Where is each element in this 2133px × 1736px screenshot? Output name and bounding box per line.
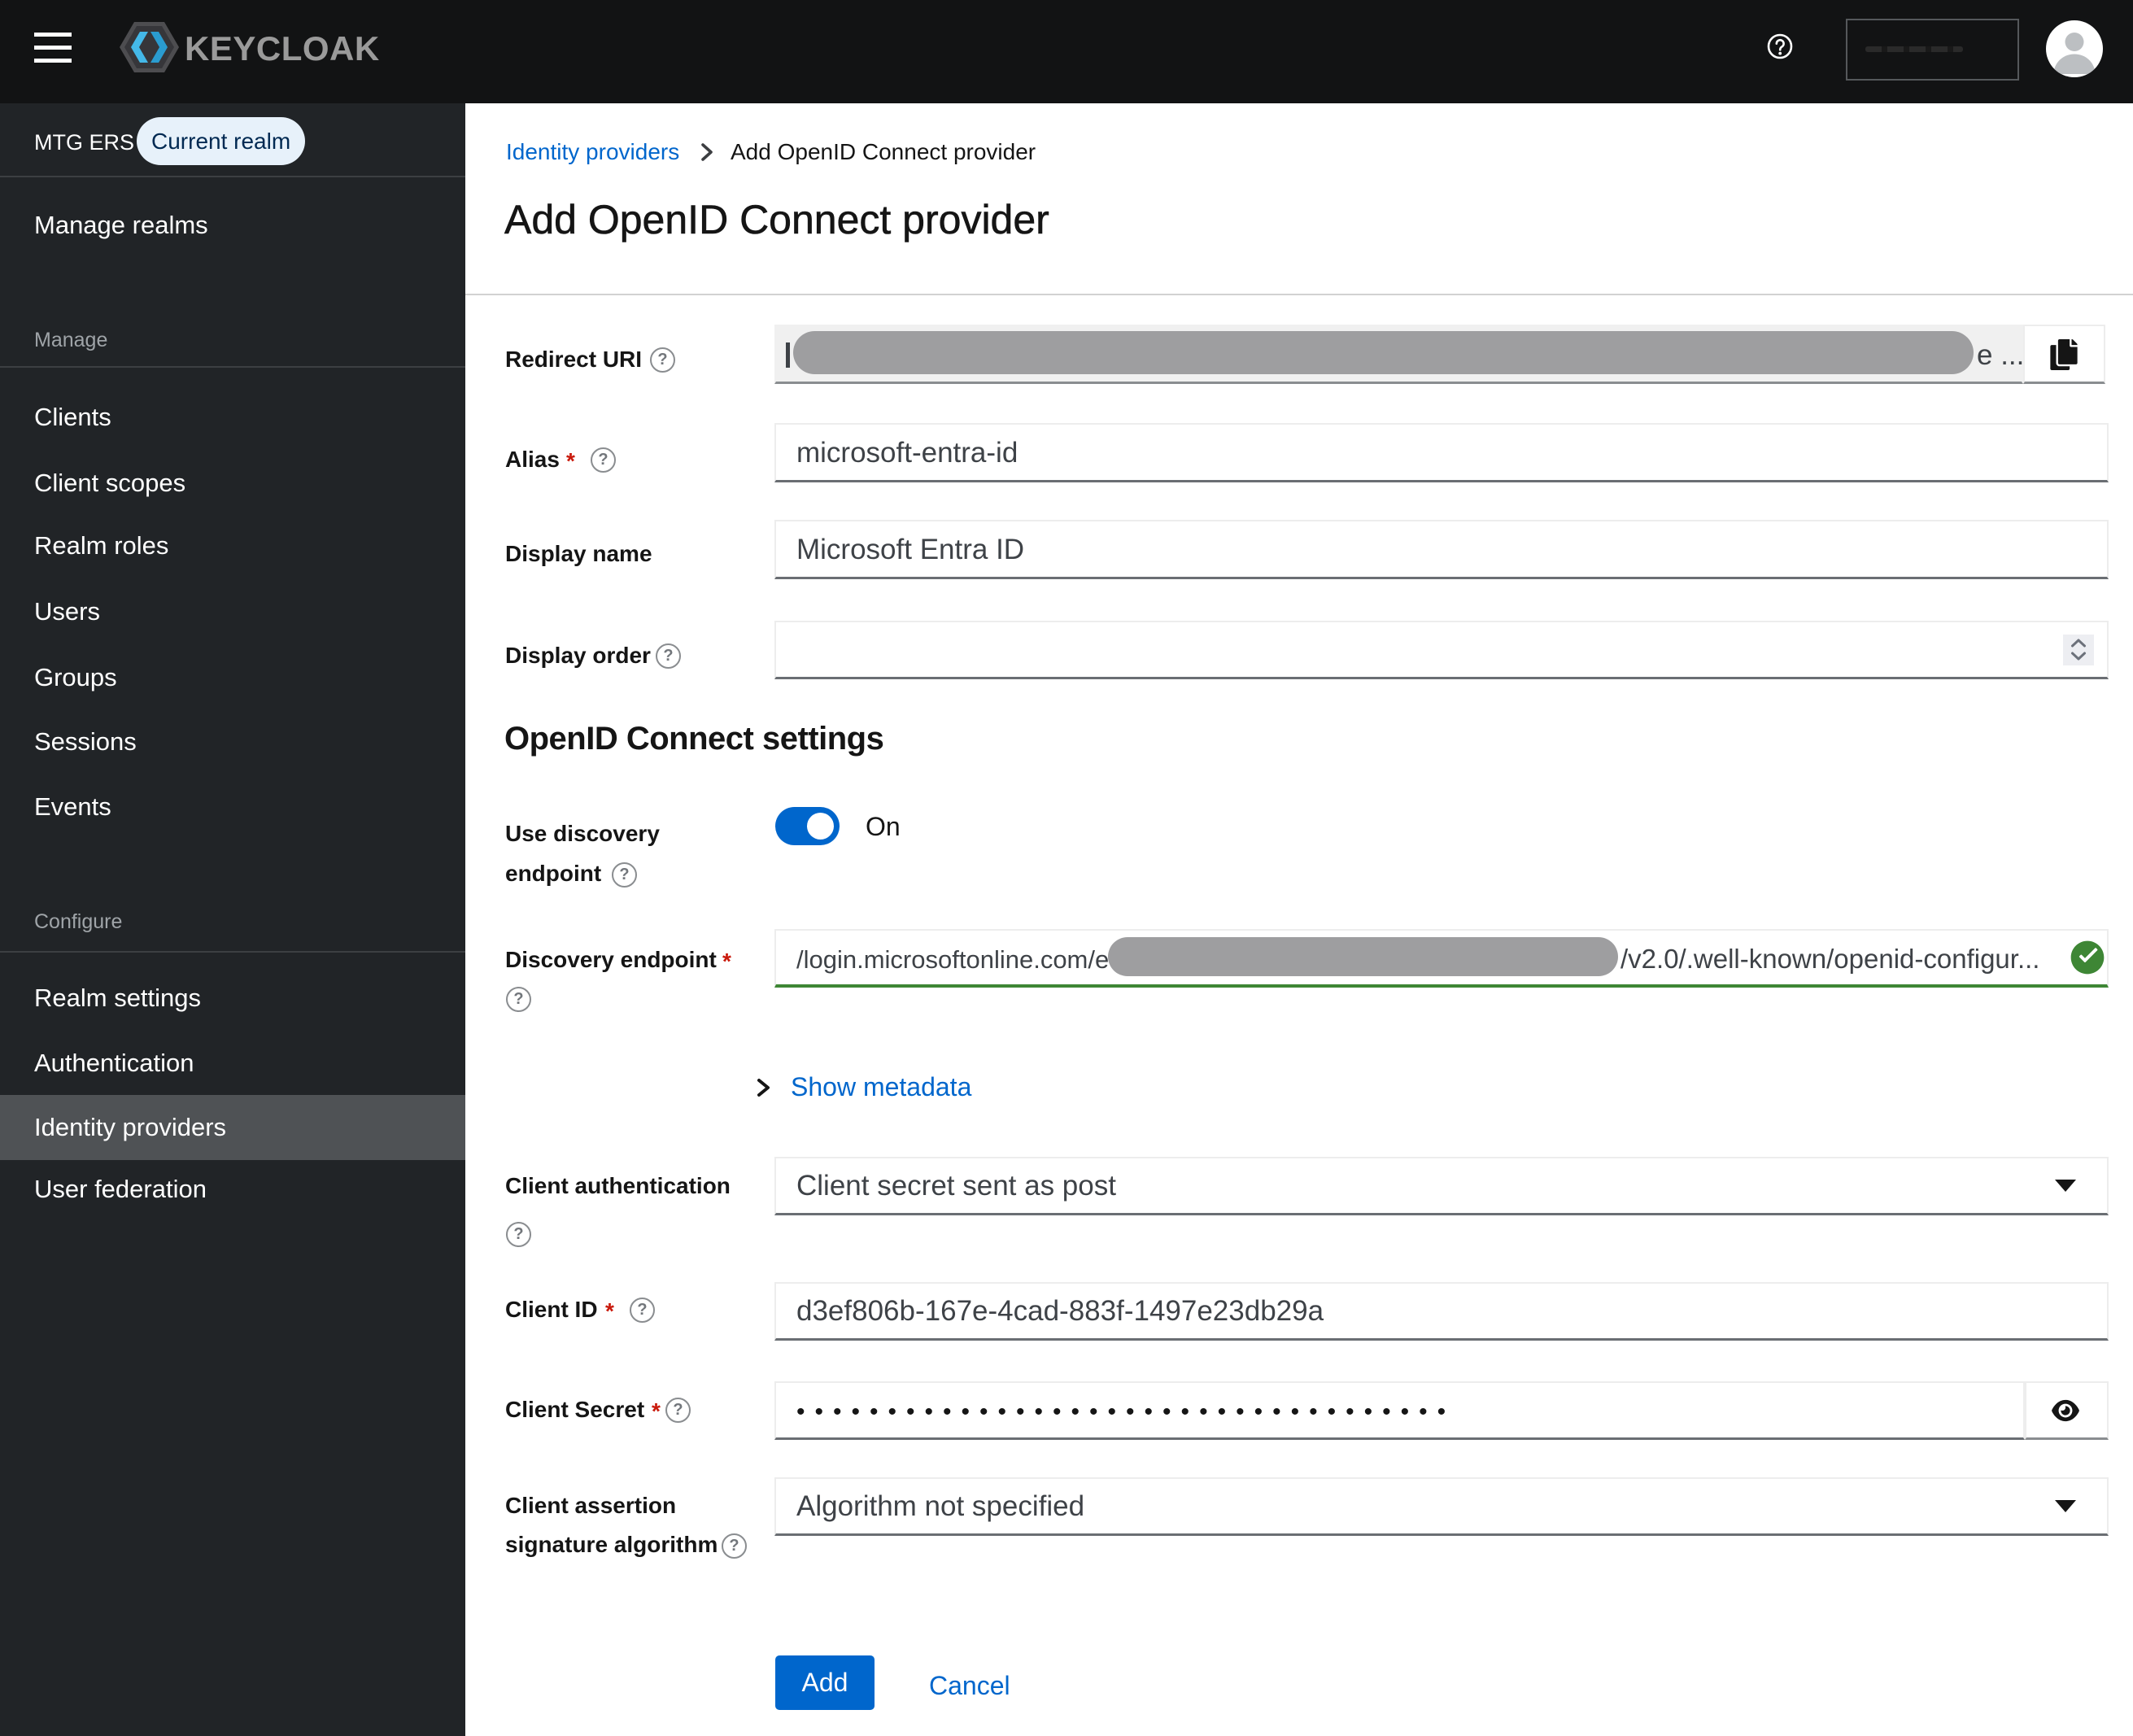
svg-text:KEYCLOAK: KEYCLOAK (185, 29, 380, 68)
